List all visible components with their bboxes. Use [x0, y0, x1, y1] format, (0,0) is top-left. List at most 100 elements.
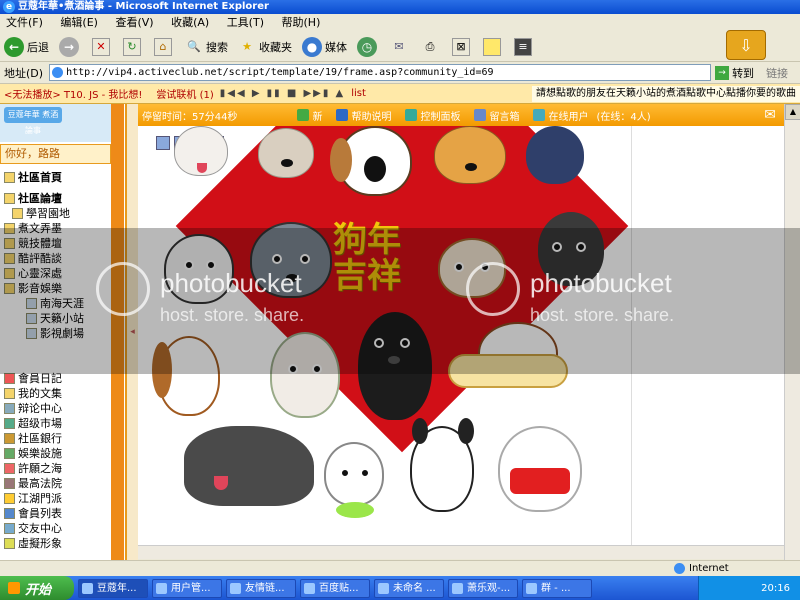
- nav-community-home[interactable]: 社區首頁: [4, 170, 112, 185]
- dog-eye: [184, 260, 194, 270]
- nav-clans[interactable]: 江湖門派: [4, 491, 112, 506]
- nav-diary[interactable]: 會員日記: [4, 371, 112, 386]
- nav-label: 社區首頁: [18, 171, 62, 184]
- online-count: (在线：4人): [596, 111, 651, 123]
- new-button[interactable]: 新: [297, 108, 322, 123]
- control-panel-button[interactable]: 控制面板: [405, 108, 460, 123]
- go-button[interactable]: → 转到: [715, 65, 754, 81]
- stop-button[interactable]: ✕: [92, 37, 113, 56]
- taskbar-item[interactable]: 百度贴...: [300, 578, 370, 598]
- menu-view[interactable]: 查看(V): [115, 16, 153, 29]
- nav-avatar[interactable]: 虛擬形象: [4, 536, 112, 551]
- print-icon: ⎙: [425, 39, 435, 53]
- notes-icon: [483, 37, 501, 56]
- task-label: 未命名 ...: [393, 582, 436, 594]
- edit-button[interactable]: ⊠: [452, 37, 473, 56]
- nav-entertainment[interactable]: 影音娛樂: [4, 281, 112, 296]
- vertical-scrollbar[interactable]: ▲: [784, 104, 800, 560]
- nav-bank[interactable]: 社區銀行: [4, 431, 112, 446]
- nav-forum[interactable]: 社區論壇: [4, 191, 112, 206]
- menu-edit[interactable]: 编辑(E): [60, 16, 98, 29]
- fortune-line-1: 狗年: [333, 220, 401, 260]
- nav-south-sea[interactable]: 南海天涯: [4, 296, 112, 311]
- nav-heart[interactable]: 心靈深處: [4, 266, 112, 281]
- forward-arrow-icon: →: [59, 36, 79, 57]
- download-button[interactable]: ⇩: [726, 30, 766, 60]
- mail-button[interactable]: ✉: [390, 38, 411, 56]
- control-panel-icon: [405, 109, 418, 121]
- taskbar-item[interactable]: 用户管...: [152, 578, 222, 598]
- online-users-button[interactable]: 在线用户: [533, 108, 588, 123]
- ie-icon: [230, 582, 241, 594]
- nav-writing[interactable]: 煮文弄墨: [4, 221, 112, 236]
- home-button[interactable]: ⌂: [154, 37, 175, 56]
- horizontal-scrollbar[interactable]: [138, 545, 784, 559]
- globe-icon: [674, 563, 685, 574]
- nav-members[interactable]: 會員列表: [4, 506, 112, 521]
- print-button[interactable]: ⎙: [421, 38, 442, 56]
- favorites-button[interactable]: ★ 收藏夹: [238, 38, 292, 56]
- nav-debate[interactable]: 辩论中心: [4, 401, 112, 416]
- nav-amusement[interactable]: 娛樂設施: [4, 446, 112, 461]
- refresh-button[interactable]: ↻: [123, 37, 144, 56]
- nav-label: 江湖門派: [18, 492, 62, 505]
- taskbar-item[interactable]: 群 - ...: [522, 578, 592, 598]
- refresh-icon: ↻: [123, 37, 141, 56]
- media-button[interactable]: ● 媒体: [302, 36, 347, 57]
- nav-friends[interactable]: 交友中心: [4, 521, 112, 536]
- back-button[interactable]: ← 后退: [4, 36, 49, 57]
- dog-eye: [340, 468, 350, 478]
- scroll-up-icon[interactable]: ▲: [785, 104, 800, 120]
- player-controls[interactable]: ▮◀◀ ▶ ▮▮ ■ ▶▶▮ ▲: [220, 88, 346, 99]
- clock[interactable]: 20:16: [761, 583, 790, 594]
- help-button[interactable]: 帮助说明: [336, 108, 391, 123]
- taskbar: 开始 豆蔻年... 用户管... 友情链... 百度贴... 未命名 ... 萧…: [0, 576, 800, 600]
- nav-label: 最高法院: [18, 477, 62, 490]
- board-icon: [26, 298, 37, 309]
- taskbar-item[interactable]: 豆蔻年...: [78, 578, 148, 598]
- menu-favorites[interactable]: 收藏(A): [171, 16, 209, 29]
- links-button[interactable]: 链接: [766, 65, 788, 81]
- task-label: 萧乐观-...: [467, 582, 511, 594]
- message-box-button[interactable]: 留言箱: [474, 108, 519, 123]
- playlist-button[interactable]: list: [351, 88, 366, 99]
- nav-wish-sea[interactable]: 許願之海: [4, 461, 112, 476]
- nav-my-articles[interactable]: 我的文集: [4, 386, 112, 401]
- trial-connect[interactable]: 尝试联机 (1): [156, 86, 213, 101]
- envelope-icon[interactable]: ✉: [764, 107, 776, 123]
- taskbar-item[interactable]: 萧乐观-...: [448, 578, 518, 598]
- taskbar-item[interactable]: 友情链...: [226, 578, 296, 598]
- nav-court[interactable]: 最高法院: [4, 476, 112, 491]
- nav-label: 社區銀行: [18, 432, 62, 445]
- message-icon: [474, 109, 487, 121]
- nav-sports[interactable]: 競技體壇: [4, 236, 112, 251]
- save-icon[interactable]: [156, 136, 170, 150]
- menu-help[interactable]: 帮助(H): [282, 16, 321, 29]
- nav-market[interactable]: 超级市場: [4, 416, 112, 431]
- page-icon: [52, 67, 64, 78]
- search-button[interactable]: 🔍 搜索: [185, 38, 228, 56]
- new-year-greeting: 狗年 吉祥: [333, 222, 401, 294]
- nav-study[interactable]: 學習園地: [4, 206, 112, 221]
- address-input[interactable]: http://vip4.activeclub.net/script/templa…: [49, 64, 712, 81]
- frame-splitter[interactable]: ◂: [127, 104, 138, 560]
- taskbar-item[interactable]: 未命名 ...: [374, 578, 444, 598]
- amusement-icon: [4, 448, 15, 459]
- help-label: 帮助说明: [351, 111, 392, 123]
- nav-theater[interactable]: 影視劇場: [4, 326, 112, 341]
- edit-icon: ⊠: [452, 37, 470, 56]
- history-button[interactable]: ◷: [357, 36, 380, 57]
- forward-button[interactable]: →: [59, 36, 82, 57]
- start-button[interactable]: 开始: [0, 576, 74, 600]
- task-label: 友情链...: [245, 582, 285, 594]
- menu-tools[interactable]: 工具(T): [227, 16, 264, 29]
- nav-reviews[interactable]: 酷評酷談: [4, 251, 112, 266]
- nav-music-station[interactable]: 天籟小站: [4, 311, 112, 326]
- online-users-icon: [533, 109, 546, 121]
- menu-file[interactable]: 文件(F): [6, 16, 43, 29]
- notes-button[interactable]: [483, 37, 504, 56]
- messenger-button[interactable]: ≡: [514, 37, 535, 56]
- site-logo: 豆蔻年華 煮酒論事: [0, 104, 115, 142]
- ie-icon: [304, 582, 315, 594]
- nav-label: 競技體壇: [18, 237, 62, 250]
